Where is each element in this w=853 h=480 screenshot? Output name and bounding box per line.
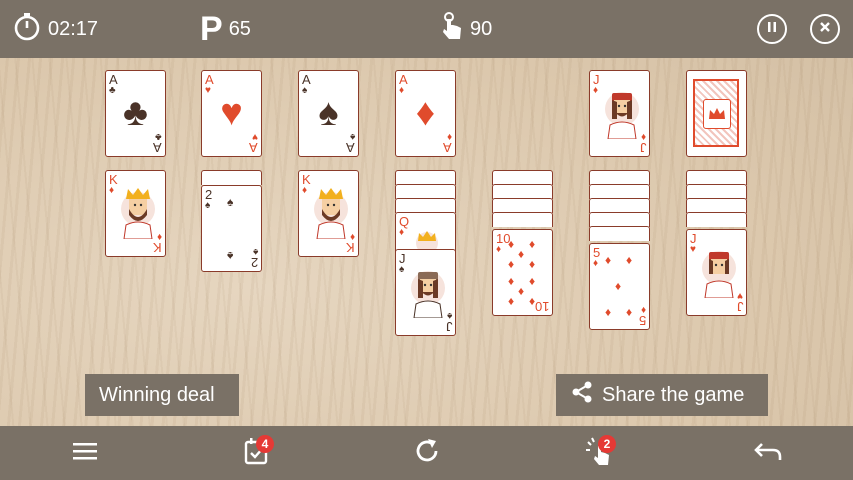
tableau-5-facedown (492, 170, 553, 185)
tableau-2-card[interactable]: 2 ♠ ♠ ♠ 2 ♠ (201, 185, 262, 272)
hint-badge: 2 (598, 435, 616, 453)
pause-button[interactable] (757, 14, 787, 44)
jack-face-icon (410, 266, 446, 319)
tableau-7-facedown (686, 212, 747, 227)
undo-icon (753, 440, 783, 467)
share-game-button[interactable]: Share the game (556, 374, 768, 416)
undo-button[interactable] (746, 426, 790, 480)
tableau-7-facedown (686, 184, 747, 199)
tableau-6-facedown (589, 226, 650, 241)
jack-face-icon (701, 246, 737, 299)
pause-icon (766, 20, 778, 38)
suit-heart-icon: ♥ (220, 92, 243, 134)
tableau-7-facedown (686, 170, 747, 185)
tableau-7-facedown (686, 198, 747, 213)
bottom-bar: 4 2 (0, 426, 853, 480)
foundation-diamonds[interactable]: A ♦ ♦ A ♦ (395, 70, 456, 157)
tableau-5-facedown (492, 212, 553, 227)
daily-challenge-button[interactable]: 4 (234, 426, 278, 480)
tableau-1-card[interactable]: K ♦ K ♦ (105, 170, 166, 257)
tableau-5-facedown (492, 198, 553, 213)
tableau-6-facedown (589, 212, 650, 227)
tableau-2-stack-edge (201, 170, 262, 185)
waste-card[interactable]: J ♦ J ♦ (589, 70, 650, 157)
tableau-6-five-card[interactable]: 5 ♦ ♦ ♦ ♦ ♦ ♦ 5 ♦ (589, 243, 650, 330)
tableau-4-facedown (395, 198, 456, 213)
tableau-5-facedown (492, 184, 553, 199)
top-bar: 02:17 P 65 90 (0, 0, 853, 58)
points-value: 65 (228, 17, 251, 40)
tableau-4-jack-card[interactable]: J ♠ J ♠ (395, 249, 456, 336)
menu-button[interactable] (63, 426, 107, 480)
winning-deal-label: Winning deal (99, 383, 215, 406)
tableau-4-facedown (395, 170, 456, 185)
restart-button[interactable] (405, 426, 449, 480)
points-p-icon: P (200, 10, 223, 48)
suit-spade-icon: ♠ (318, 92, 339, 134)
share-icon (570, 380, 594, 410)
tableau-5-ten-card[interactable]: 10 ♦ ♦ ♦ ♦ ♦ ♦ ♦ ♦ ♦ ♦ ♦ 10 (492, 229, 553, 316)
share-game-label: Share the game (602, 383, 745, 406)
suit-diamond-icon: ♦ (415, 92, 436, 134)
stopwatch-icon (12, 11, 42, 47)
king-face-icon (313, 187, 349, 240)
timer-value: 02:17 (48, 17, 99, 40)
close-button[interactable] (810, 14, 840, 44)
moves: 90 (440, 0, 492, 58)
menu-icon (72, 441, 98, 466)
foundation-clubs[interactable]: A ♣ ♣ A ♣ (105, 70, 166, 157)
tableau-6-facedown (589, 170, 650, 185)
card-back-icon (693, 79, 739, 147)
stock-pile[interactable] (686, 70, 747, 157)
foundation-spades[interactable]: A ♠ ♠ A ♠ (298, 70, 359, 157)
close-icon (819, 20, 831, 38)
king-face-icon (120, 187, 156, 240)
tableau-4-facedown (395, 184, 456, 199)
timer: 02:17 (12, 0, 98, 58)
tableau-6-facedown (589, 198, 650, 213)
tableau-7-jack-card[interactable]: J ♥ J ♥ (686, 229, 747, 316)
jack-face-icon (604, 87, 640, 140)
tableau-6-facedown (589, 184, 650, 199)
daily-badge: 4 (256, 435, 274, 453)
winning-deal-button[interactable]: Winning deal (85, 374, 239, 416)
tap-hand-icon (440, 11, 464, 47)
moves-value: 90 (470, 17, 493, 40)
foundation-hearts[interactable]: A ♥ ♥ A ♥ (201, 70, 262, 157)
tableau-4-queen-card[interactable]: Q ♦ (395, 212, 456, 254)
tableau-3-card[interactable]: K ♦ K ♦ (298, 170, 359, 257)
points: P 65 (200, 0, 251, 58)
restart-icon (413, 437, 441, 470)
suit-club-icon: ♣ (123, 92, 148, 134)
hint-button[interactable]: 2 (576, 426, 620, 480)
